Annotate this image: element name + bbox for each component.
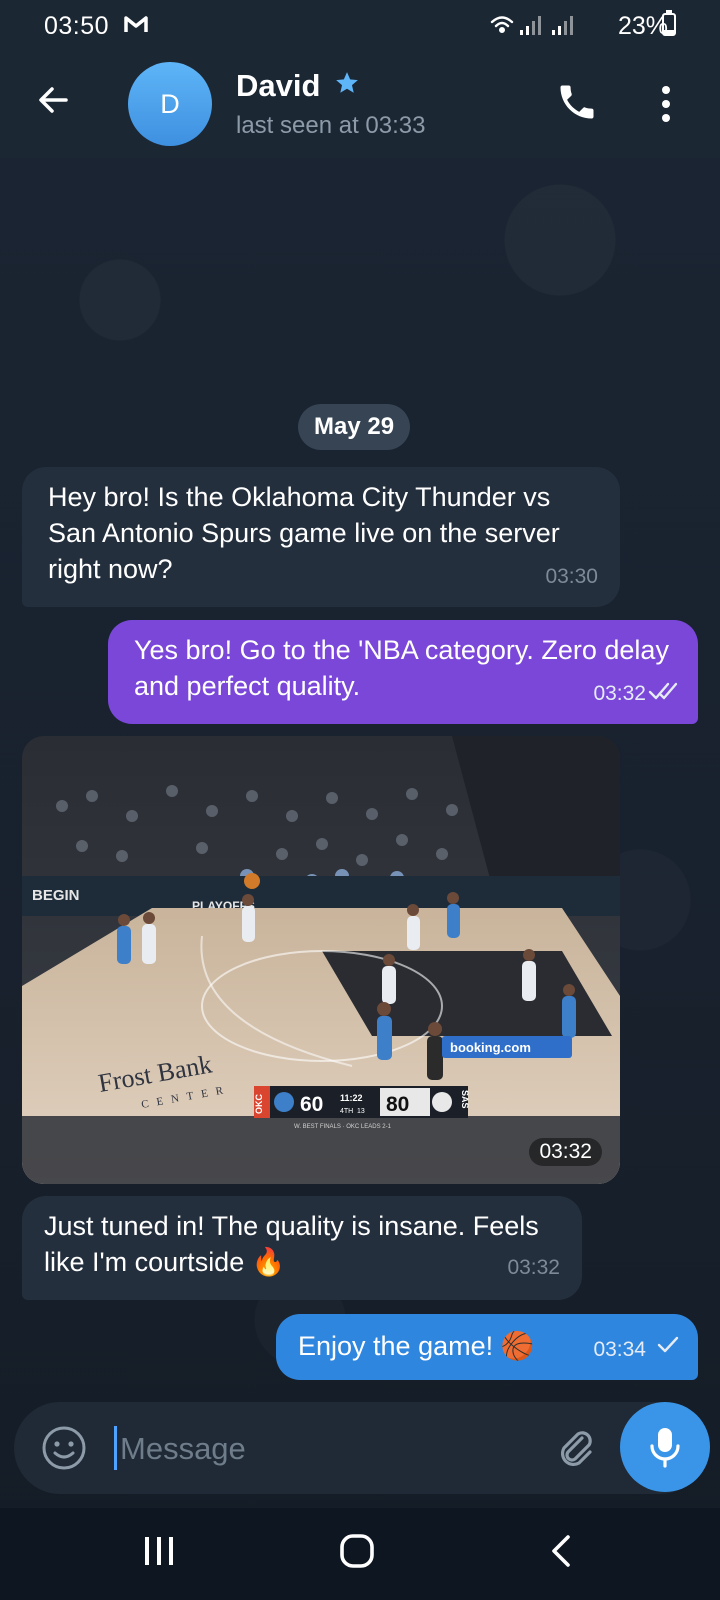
text-cursor: [114, 1426, 117, 1470]
message-text: Hey bro! Is the Oklahoma City Thunder vs…: [48, 482, 560, 584]
game-period: 4TH: [340, 1108, 353, 1115]
home-icon: [340, 1534, 374, 1568]
status-bar: 03:50 23%: [0, 0, 720, 50]
wifi-icon: [490, 16, 514, 34]
message-bubble-outgoing[interactable]: Yes bro! Go to the 'NBA category. Zero d…: [108, 620, 698, 724]
system-navigation-bar: [0, 1508, 720, 1600]
voice-record-button[interactable]: [620, 1402, 710, 1492]
notification-app-icon: [124, 14, 148, 39]
message-time: 03:32: [593, 682, 646, 705]
chevron-left-icon: [552, 1535, 570, 1567]
message-bubble-outgoing[interactable]: Enjoy the game! 🏀 03:34: [276, 1314, 698, 1380]
series-info: W. BEST FINALS · OKC LEADS 2-1: [294, 1124, 392, 1130]
recent-apps-icon: [145, 1537, 173, 1565]
score-team1: OKC: [254, 1094, 264, 1115]
vertical-dots-icon: [662, 86, 670, 122]
attach-button[interactable]: [552, 1424, 600, 1472]
arena-banner-left: BEGIN: [32, 887, 80, 904]
status-time: 03:50: [44, 12, 110, 40]
photo-time: 03:32: [529, 1138, 602, 1166]
message-time: 03:30: [545, 565, 598, 588]
message-time: 03:34: [593, 1338, 646, 1361]
phone-icon: [560, 85, 594, 119]
contact-name[interactable]: David: [236, 68, 320, 104]
last-seen-status: last seen at 03:33: [236, 112, 426, 139]
back-button[interactable]: [34, 80, 74, 120]
smiley-icon: [42, 1426, 86, 1470]
message-time: 03:32: [507, 1256, 560, 1279]
microphone-icon: [650, 1428, 680, 1468]
message-input[interactable]: [118, 1420, 542, 1478]
home-button[interactable]: [338, 1532, 376, 1575]
avatar[interactable]: D: [128, 62, 212, 146]
date-separator: May 29: [298, 404, 411, 450]
score-1: 60: [300, 1093, 323, 1116]
battery-percent: 23%: [617, 12, 668, 40]
recent-apps-button[interactable]: [142, 1534, 176, 1573]
message-composer: [14, 1402, 706, 1494]
star-icon: [334, 70, 360, 101]
message-bubble-incoming[interactable]: Hey bro! Is the Oklahoma City Thunder vs…: [22, 467, 620, 607]
signal-icons: [490, 12, 590, 43]
message-text: Enjoy the game! 🏀: [298, 1331, 535, 1361]
message-text: Yes bro! Go to the 'NBA category. Zero d…: [134, 635, 669, 701]
paperclip-icon: [560, 1431, 592, 1467]
emoji-button[interactable]: [40, 1424, 88, 1472]
sponsor-banner: booking.com: [450, 1040, 531, 1055]
game-clock: 11:22: [340, 1093, 363, 1103]
chat-header: D David last seen at 03:33: [0, 50, 720, 158]
call-button[interactable]: [555, 80, 599, 124]
basketball-game-photo: BEGIN PLAYOFFS booking.com Frost Bank CE…: [22, 736, 620, 1184]
message-bubble-incoming[interactable]: Just tuned in! The quality is insane. Fe…: [22, 1196, 582, 1300]
arrow-left-icon: [39, 87, 68, 113]
cellular-signal-icon: [520, 16, 573, 35]
single-check-icon: [656, 1328, 680, 1364]
message-text: Just tuned in! The quality is insane. Fe…: [44, 1211, 539, 1277]
score-team2: SAS: [460, 1090, 470, 1109]
system-back-button[interactable]: [546, 1534, 576, 1573]
shot-clock: 13: [357, 1108, 365, 1115]
more-options-button[interactable]: [656, 82, 676, 126]
double-check-icon: [648, 674, 682, 710]
photo-message[interactable]: BEGIN PLAYOFFS booking.com Frost Bank CE…: [22, 736, 620, 1184]
avatar-initial: D: [160, 88, 180, 119]
score-2: 80: [386, 1093, 409, 1116]
battery-icon: [662, 10, 676, 36]
